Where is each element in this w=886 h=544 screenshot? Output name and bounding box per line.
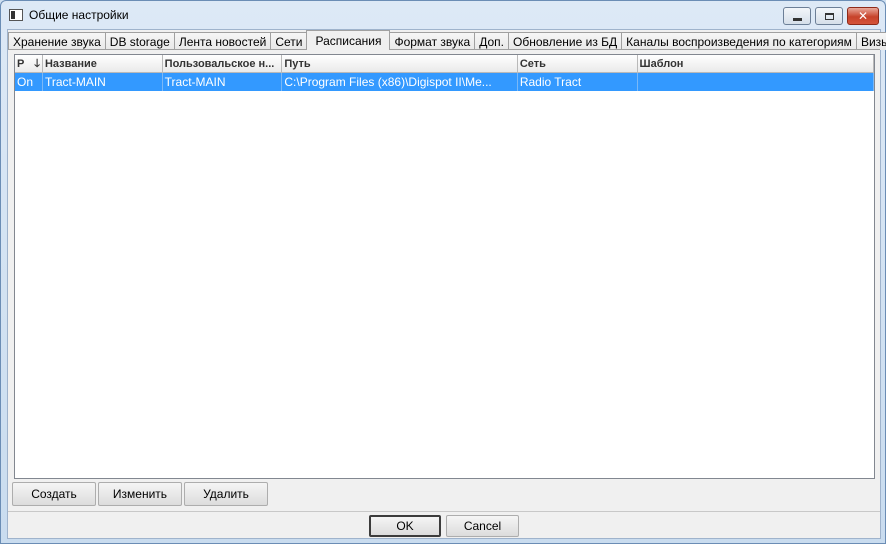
tab-sound-format[interactable]: Формат звука [389, 32, 476, 50]
schedules-grid[interactable]: Р 🡓 Название Пользовальское н... Путь Се… [14, 54, 875, 479]
delete-button[interactable]: Удалить [184, 482, 268, 506]
minimize-icon [792, 17, 802, 21]
table-row[interactable]: On Tract-MAIN Tract-MAIN C:\Program File… [15, 73, 874, 91]
cell-user-name: Tract-MAIN [163, 73, 283, 91]
schedules-panel: Р 🡓 Название Пользовальское н... Путь Се… [8, 49, 880, 510]
tab-visas[interactable]: Визы [855, 32, 886, 50]
minimize-button[interactable] [783, 7, 811, 25]
column-header-template[interactable]: Шаблон [638, 55, 874, 73]
cell-name: Tract-MAIN [43, 73, 163, 91]
column-header-name[interactable]: Название [43, 55, 163, 73]
tab-additional[interactable]: Доп. [474, 32, 509, 50]
close-button[interactable]: ✕ [847, 7, 879, 25]
tab-db-storage[interactable]: DB storage [104, 32, 175, 50]
maximize-icon [824, 12, 834, 20]
column-header-user-name[interactable]: Пользовальское н... [163, 55, 283, 73]
tab-networks[interactable]: Сети [270, 32, 308, 50]
column-header-state[interactable]: Р 🡓 [15, 55, 43, 73]
tab-news-feed[interactable]: Лента новостей [173, 32, 272, 50]
maximize-button[interactable] [815, 7, 843, 25]
dialog-footer: OK Cancel [8, 511, 880, 539]
ok-button[interactable]: OK [369, 515, 441, 537]
sort-down-icon: 🡓 [34, 57, 40, 70]
edit-button[interactable]: Изменить [98, 482, 182, 506]
cell-state: On [15, 73, 43, 91]
cell-template [638, 73, 874, 91]
tab-playback-channels[interactable]: Каналы воспроизведения по категориям [621, 32, 857, 50]
tab-sound-storage[interactable]: Хранение звука [8, 32, 106, 50]
cell-path: C:\Program Files (x86)\Digispot II\Me... [282, 73, 518, 91]
settings-window: Общие настройки ✕ Хранение звука DB stor… [0, 0, 886, 544]
create-button[interactable]: Создать [12, 482, 96, 506]
dialog-client-area: Хранение звука DB storage Лента новостей… [7, 29, 886, 539]
cell-network: Radio Tract [518, 73, 638, 91]
title-bar[interactable]: Общие настройки ✕ [1, 1, 885, 29]
grid-action-bar: Создать Изменить Удалить [12, 482, 268, 508]
tab-db-update[interactable]: Обновление из БД [508, 32, 623, 50]
tab-strip: Хранение звука DB storage Лента новостей… [8, 30, 886, 50]
window-title: Общие настройки [29, 8, 129, 22]
column-header-label: Р [17, 58, 25, 70]
close-icon: ✕ [857, 9, 869, 23]
column-header-path[interactable]: Путь [282, 55, 518, 73]
app-window-icon [9, 9, 23, 21]
grid-header: Р 🡓 Название Пользовальское н... Путь Се… [15, 55, 874, 73]
cancel-button[interactable]: Cancel [446, 515, 519, 537]
column-header-network[interactable]: Сеть [518, 55, 638, 73]
tab-schedules[interactable]: Расписания [306, 30, 391, 50]
